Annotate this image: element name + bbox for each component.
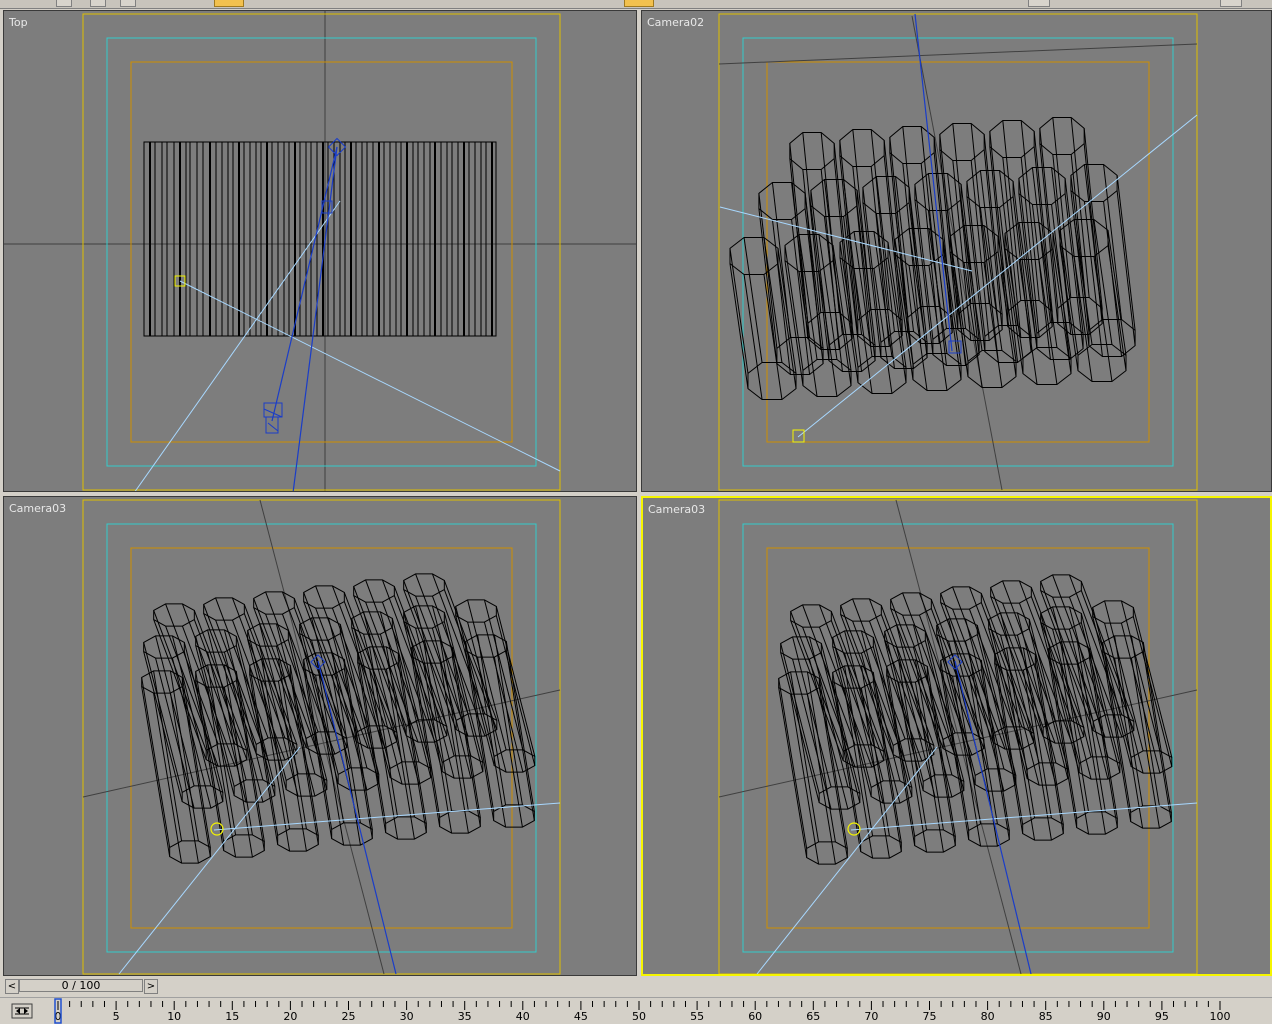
viewport-label[interactable]: Camera03 (9, 502, 66, 515)
ruler-tick-label: 15 (225, 1010, 239, 1023)
viewport-top[interactable]: Top (3, 10, 637, 492)
viewport-top-canvas (4, 11, 636, 491)
viewport-label[interactable]: Camera02 (647, 16, 704, 29)
ruler-tick-label: 45 (574, 1010, 588, 1023)
time-prev-button[interactable]: < (5, 979, 19, 994)
viewport-camera03-right-canvas (718, 499, 1198, 974)
frame-ruler[interactable]: 0 5 10 15 20 25 30 35 40 45 50 55 60 65 70 75 80 85 90 95 10… (0, 998, 1272, 1024)
ruler-tick-label: 100 (1210, 1010, 1231, 1023)
ruler-tick-label: 10 (167, 1010, 181, 1023)
ruler-tick-label: 65 (806, 1010, 820, 1023)
toolbar-button-active[interactable] (214, 0, 244, 7)
ruler-tick-label: 85 (1039, 1010, 1053, 1023)
ruler-tick-label: 70 (864, 1010, 878, 1023)
viewport-camera02-canvas (718, 13, 1198, 491)
ruler-tick-label: 30 (400, 1010, 414, 1023)
toolbar-button[interactable] (1028, 0, 1050, 7)
toolbar-button[interactable] (56, 0, 72, 7)
time-slider-thumb[interactable]: 0 / 100 (19, 979, 143, 992)
ruler-tick-label: 35 (458, 1010, 472, 1023)
toolbar-button[interactable] (90, 0, 106, 7)
viewport-camera03-left-canvas (82, 499, 561, 975)
ruler-tick-label: 80 (981, 1010, 995, 1023)
ruler-tick-label: 55 (690, 1010, 704, 1023)
ruler-tick-label: 90 (1097, 1010, 1111, 1023)
ruler-tick-label: 75 (923, 1010, 937, 1023)
time-next-button[interactable]: > (144, 979, 158, 994)
viewport-label[interactable]: Top (9, 16, 28, 29)
toolbar-button[interactable] (1220, 0, 1242, 7)
toolbar-button[interactable] (120, 0, 136, 7)
ruler-tick-label: 95 (1155, 1010, 1169, 1023)
main-toolbar-strip (0, 0, 1272, 9)
viewport-camera03-left[interactable]: Camera03 (3, 496, 637, 976)
toolbar-button-active[interactable] (624, 0, 654, 7)
ruler-tick-label: 5 (113, 1010, 120, 1023)
time-slider-bar: < 0 / 100 > (0, 977, 1272, 995)
viewport-camera03-right-active[interactable]: Camera03 (641, 496, 1272, 976)
ruler-tick-label: 50 (632, 1010, 646, 1023)
viewport-camera02[interactable]: Camera02 (641, 10, 1272, 492)
ruler-tick-label: 25 (342, 1010, 356, 1023)
ruler-tick-label: 40 (516, 1010, 530, 1023)
ruler-tick-label: 20 (283, 1010, 297, 1023)
viewport-label[interactable]: Camera03 (648, 503, 705, 516)
ruler-tick-label: 60 (748, 1010, 762, 1023)
track-bar[interactable]: 0 5 10 15 20 25 30 35 40 45 50 55 60 65 70 75 80 85 90 95 10… (0, 997, 1272, 1024)
